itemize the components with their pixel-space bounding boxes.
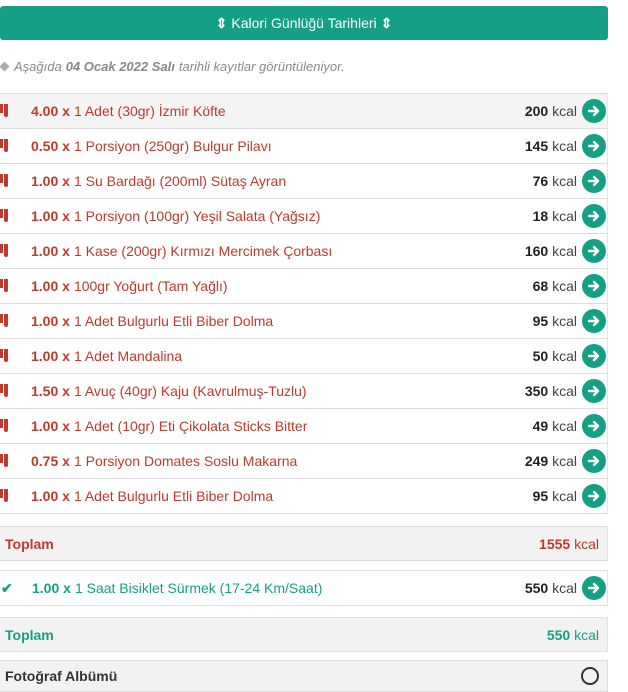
arrow-right-circle-icon[interactable]: [582, 169, 606, 193]
food-qty: 0.50 x: [31, 138, 70, 154]
thumbs-down-icon[interactable]: [0, 279, 8, 293]
food-row: 1.00 x 100gr Yoğurt (Tam Yağlı) 68 kcal: [0, 269, 608, 304]
photo-album-header[interactable]: Fotoğraf Albümü: [0, 660, 608, 692]
food-desc: 1 Adet (30gr) İzmir Köfte: [73, 103, 226, 119]
food-kcal: 249 kcal: [524, 453, 577, 469]
thumbs-down-icon[interactable]: [0, 244, 8, 258]
calorie-diary-dates-button[interactable]: ⇕ Kalori Günlüğü Tarihleri ⇕: [0, 6, 608, 40]
food-row: 0.50 x1 Porsiyon (250gr) Bulgur Pilavı 14…: [0, 129, 608, 164]
thumbs-down-icon[interactable]: [0, 489, 8, 503]
food-kcal: 18 kcal: [532, 208, 577, 224]
food-qty: 1.00 x: [31, 348, 70, 364]
updown-arrow-icon: ⇕: [215, 14, 228, 31]
thumbs-down-icon[interactable]: [0, 174, 8, 188]
arrow-right-circle-icon[interactable]: [582, 274, 606, 298]
food-qty: 1.00 x: [31, 488, 70, 504]
food-total-label: Toplam: [5, 535, 54, 552]
food-desc: 1 Kase (200gr) Kırmızı Mercimek Çorbası: [73, 243, 333, 259]
arrow-right-circle-icon[interactable]: [582, 99, 606, 123]
thumbs-down-icon[interactable]: [0, 314, 8, 328]
thumbs-down-icon[interactable]: [0, 419, 8, 433]
exercise-kcal: 550 kcal: [524, 580, 577, 596]
food-kcal: 95 kcal: [532, 488, 577, 504]
food-kcal: 160 kcal: [524, 243, 577, 259]
food-desc: 1 Adet Bulgurlu Etli Biber Dolma: [73, 488, 274, 504]
info-suffix: tarihli kayıtlar görüntüleniyor.: [178, 58, 345, 74]
food-total: Toplam 1555 kcal: [0, 526, 608, 561]
food-qty: 1.00 x: [31, 418, 70, 434]
arrow-right-circle-icon[interactable]: [582, 134, 606, 158]
food-total-value: 1555 kcal: [539, 535, 599, 552]
food-row: 1.00 x1 Adet Mandalina 50 kcal: [0, 339, 608, 374]
exercise-total: Toplam 550 kcal: [0, 617, 608, 652]
photo-album-label: Fotoğraf Albümü: [5, 668, 118, 684]
arrow-right-circle-icon[interactable]: [582, 239, 606, 263]
food-kcal: 350 kcal: [524, 383, 577, 399]
food-kcal: 200 kcal: [524, 103, 577, 119]
food-kcal: 76 kcal: [532, 173, 577, 189]
thumbs-down-icon[interactable]: [0, 349, 8, 363]
food-row: 4.00 x1 Adet (30gr) İzmir Köfte 200 kcal: [0, 94, 608, 129]
food-qty: 1.00 x: [31, 278, 70, 294]
exercise-desc: 1 Saat Bisiklet Sürmek (17-24 Km/Saat): [74, 580, 323, 596]
arrow-right-circle-icon[interactable]: [582, 309, 606, 333]
food-row: 1.00 x1 Kase (200gr) Kırmızı Mercimek Ço…: [0, 234, 608, 269]
food-desc: 1 Porsiyon Domates Soslu Makarna: [73, 453, 298, 469]
header-title: Kalori Günlüğü Tarihleri: [231, 15, 377, 31]
thumbs-down-icon[interactable]: [0, 209, 8, 223]
food-kcal: 50 kcal: [532, 348, 577, 364]
food-row: 1.00 x1 Porsiyon (100gr) Yeşil Salata (Y…: [0, 199, 608, 234]
food-desc: 1 Avuç (40gr) Kaju (Kavrulmuş-Tuzlu): [73, 383, 307, 399]
updown-arrow-icon: ⇕: [380, 14, 393, 31]
food-qty: 1.00 x: [31, 173, 70, 189]
expand-icon[interactable]: [581, 667, 599, 685]
info-date: 04 Ocak 2022 Salı: [65, 58, 175, 74]
food-desc: 100gr Yoğurt (Tam Yağlı): [73, 278, 228, 294]
food-row: 0.75 x1 Porsiyon Domates Soslu Makarna 24…: [0, 444, 608, 479]
arrow-right-circle-icon[interactable]: [582, 484, 606, 508]
food-row: 1.00 x1 Adet Bulgurlu Etli Biber Dolma 95…: [0, 304, 608, 339]
diamond-icon: [0, 61, 10, 71]
food-kcal: 95 kcal: [532, 313, 577, 329]
arrow-right-circle-icon[interactable]: [582, 379, 606, 403]
food-kcal: 68 kcal: [532, 278, 577, 294]
food-qty: 4.00 x: [31, 103, 70, 119]
exercise-qty: 1.00 x: [32, 580, 71, 596]
check-icon: ✔: [1, 579, 13, 596]
food-row: 1.50 x1 Avuç (40gr) Kaju (Kavrulmuş-Tuzl…: [0, 374, 608, 409]
exercise-row: ✔ 1.00 x 1 Saat Bisiklet Sürmek (17-24 K…: [0, 570, 608, 606]
food-kcal: 49 kcal: [532, 418, 577, 434]
arrow-right-circle-icon[interactable]: [582, 449, 606, 473]
food-desc: 1 Porsiyon (250gr) Bulgur Pilavı: [73, 138, 272, 154]
food-desc: 1 Su Bardağı (200ml) Sütaş Ayran: [73, 173, 287, 189]
food-qty: 1.50 x: [31, 383, 70, 399]
arrow-right-circle-icon[interactable]: [582, 576, 606, 600]
arrow-right-circle-icon[interactable]: [582, 344, 606, 368]
thumbs-down-icon[interactable]: [0, 454, 8, 468]
thumbs-down-icon[interactable]: [0, 139, 8, 153]
food-qty: 1.00 x: [31, 208, 70, 224]
arrow-right-circle-icon[interactable]: [582, 204, 606, 228]
food-desc: 1 Adet (10gr) Eti Çikolata Sticks Bitter: [73, 418, 308, 434]
food-qty: 1.00 x: [31, 243, 70, 259]
info-prefix: Aşağıda: [14, 58, 62, 74]
food-row: 1.00 x1 Su Bardağı (200ml) Sütaş Ayran 76…: [0, 164, 608, 199]
food-desc: 1 Adet Bulgurlu Etli Biber Dolma: [73, 313, 274, 329]
food-list: 4.00 x1 Adet (30gr) İzmir Köfte 200 kcal 0…: [0, 93, 608, 514]
exercise-total-value: 550 kcal: [546, 626, 599, 643]
date-info: Aşağıda 04 Ocak 2022 Salı tarihli kayıtl…: [0, 57, 608, 75]
food-kcal: 145 kcal: [524, 138, 577, 154]
food-row: 1.00 x1 Adet Bulgurlu Etli Biber Dolma 95…: [0, 479, 608, 514]
food-desc: 1 Adet Mandalina: [73, 348, 183, 364]
food-qty: 0.75 x: [31, 453, 70, 469]
thumbs-down-icon[interactable]: [0, 384, 8, 398]
thumbs-down-icon[interactable]: [0, 104, 8, 118]
arrow-right-circle-icon[interactable]: [582, 414, 606, 438]
food-row: 1.00 x1 Adet (10gr) Eti Çikolata Sticks …: [0, 409, 608, 444]
food-desc: 1 Porsiyon (100gr) Yeşil Salata (Yağsız): [73, 208, 321, 224]
food-qty: 1.00 x: [31, 313, 70, 329]
exercise-total-label: Toplam: [5, 626, 54, 643]
